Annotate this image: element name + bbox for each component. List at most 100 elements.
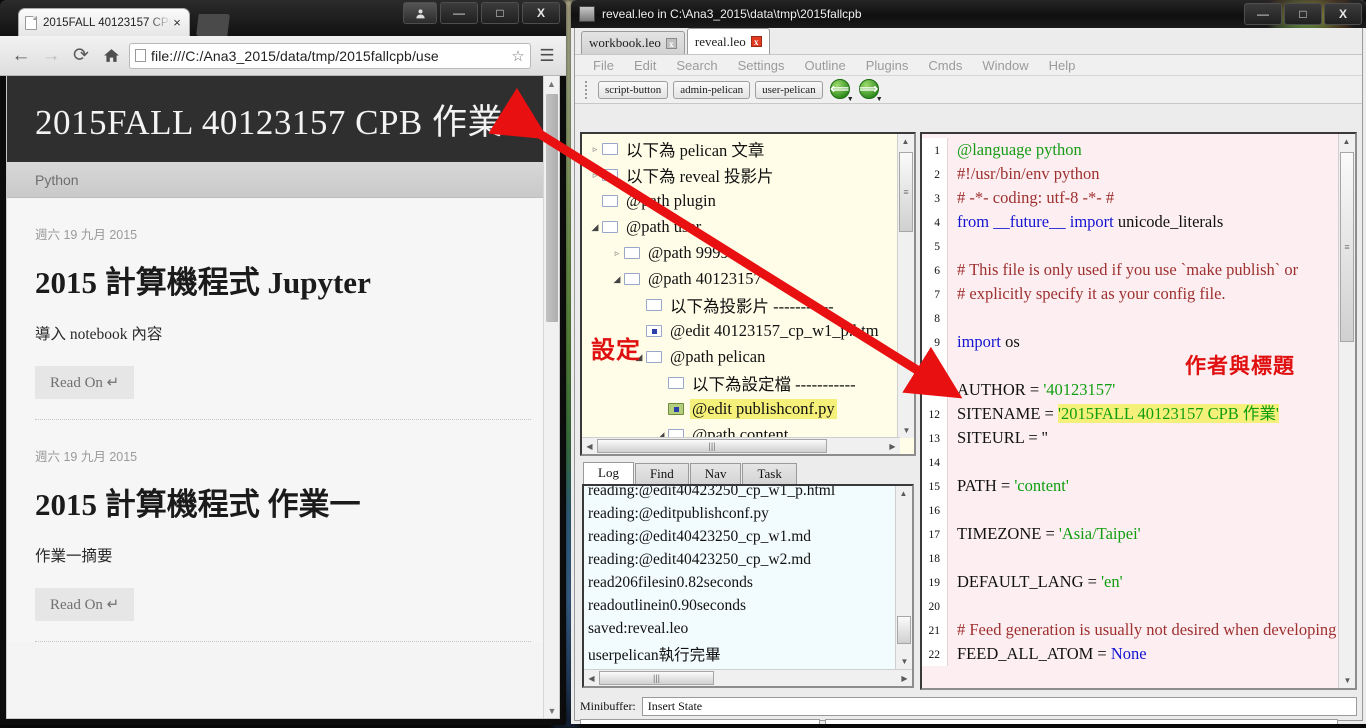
scrollbar-thumb[interactable]: ||| <box>597 439 827 453</box>
code-line[interactable]: 3 # -*- coding: utf-8 -*- # <box>922 186 1342 210</box>
scroll-down-icon[interactable]: ▼ <box>1340 673 1355 688</box>
file-tab-close-icon[interactable]: x <box>665 37 677 49</box>
forward-icon[interactable]: → <box>36 42 66 70</box>
code-line[interactable]: 14 <box>922 450 1342 474</box>
user-profile-button[interactable] <box>403 2 437 24</box>
page-scrollbar[interactable]: ▲ ▼ <box>543 76 559 718</box>
log-tab-find[interactable]: Find <box>634 463 689 484</box>
chevron-down-icon[interactable]: ▼ <box>876 96 883 103</box>
menu-settings[interactable]: Settings <box>728 58 795 73</box>
close-tab-icon[interactable]: × <box>171 15 183 30</box>
code-line[interactable]: 15 PATH = 'content' <box>922 474 1342 498</box>
node-status-icon[interactable] <box>602 143 618 155</box>
file-tab-reveal[interactable]: reveal.leo x <box>686 28 770 54</box>
expander-open-icon[interactable]: ◢ <box>632 352 646 363</box>
close-button[interactable]: X <box>522 2 560 24</box>
minimize-button[interactable]: — <box>440 2 478 24</box>
expander-open-icon[interactable]: ◢ <box>610 274 624 285</box>
code-line[interactable]: 8 <box>922 306 1342 330</box>
log-tab-task[interactable]: Task <box>742 463 797 484</box>
menu-plugins[interactable]: Plugins <box>856 58 919 73</box>
scroll-up-icon[interactable]: ▲ <box>1339 134 1354 149</box>
menu-search[interactable]: Search <box>666 58 727 73</box>
user-pelican-button[interactable]: user-pelican <box>755 80 823 99</box>
admin-pelican-button[interactable]: admin-pelican <box>673 80 751 99</box>
scroll-down-icon[interactable]: ▼ <box>897 654 912 669</box>
node-status-icon[interactable] <box>690 455 706 456</box>
scroll-left-icon[interactable]: ◀ <box>582 439 597 454</box>
code-editor-pane[interactable]: 1 @language python 2 #!/usr/bin/env python 3… <box>920 132 1357 690</box>
log-vertical-scrollbar[interactable]: ▲ ▼ <box>895 486 912 669</box>
menu-help[interactable]: Help <box>1039 58 1086 73</box>
expander-open-icon[interactable]: ◢ <box>588 222 602 233</box>
expander-closed-icon[interactable]: ▹ <box>588 144 602 155</box>
go-back-button[interactable]: ⟸ ▼ <box>829 78 854 103</box>
read-on-button[interactable]: Read On ↵ <box>35 366 135 399</box>
file-tab-workbook[interactable]: workbook.leo x <box>581 31 685 54</box>
code-line[interactable]: 18 <box>922 546 1342 570</box>
scrollbar-thumb[interactable] <box>546 94 558 322</box>
outline-node[interactable]: @edit 40123157_cp_w1_p.htm <box>582 318 900 344</box>
outline-pane[interactable]: ▹ 以下為 pelican 文章 ▹ 以下為 reveal 投影片 @path plug… <box>580 132 916 456</box>
node-status-icon[interactable] <box>646 351 662 363</box>
reload-icon[interactable]: ⟳ <box>66 42 96 70</box>
scrollbar-thumb[interactable]: ≡ <box>1340 152 1354 342</box>
code-line[interactable]: 9 import os <box>922 330 1342 354</box>
code-line[interactable]: 5 <box>922 234 1342 258</box>
node-status-icon[interactable] <box>668 377 684 389</box>
log-tab-log[interactable]: Log <box>583 462 634 484</box>
outline-node[interactable]: 以下為投影片 ----------- <box>582 292 900 318</box>
outline-vertical-scrollbar[interactable]: ▲ ≡ ▼ <box>897 134 914 438</box>
read-on-button[interactable]: Read On ↵ <box>35 588 135 621</box>
code-line[interactable]: 4 from __future__ import unicode_literals <box>922 210 1342 234</box>
node-status-icon[interactable] <box>602 221 618 233</box>
scroll-down-icon[interactable]: ▼ <box>899 423 914 438</box>
outline-node[interactable]: @edit publishconf.py <box>582 396 900 422</box>
node-status-icon[interactable] <box>602 169 618 181</box>
code-line[interactable]: 17 TIMEZONE = 'Asia/Taipei' <box>922 522 1342 546</box>
article-title[interactable]: 2015 計算機程式 作業一 <box>35 479 531 524</box>
node-status-icon[interactable] <box>646 299 662 311</box>
scroll-right-icon[interactable]: ▶ <box>897 671 912 686</box>
outline-node[interactable]: 以下為設定檔 ----------- <box>582 370 900 396</box>
scroll-up-icon[interactable]: ▲ <box>544 76 559 92</box>
code-line[interactable]: 22 FEED_ALL_ATOM = None <box>922 642 1342 666</box>
back-icon[interactable]: ← <box>6 42 36 70</box>
code-line[interactable]: 2 #!/usr/bin/env python <box>922 162 1342 186</box>
outline-node[interactable]: ▹ @path 9999 <box>582 240 900 266</box>
leo-close-button[interactable]: X <box>1324 3 1362 25</box>
outline-node[interactable]: ▹ 以下為 pelican 文章 <box>582 136 900 162</box>
file-tab-close-icon[interactable]: x <box>750 36 762 47</box>
menu-cmds[interactable]: Cmds <box>918 58 972 73</box>
node-status-icon[interactable] <box>624 273 640 285</box>
code-line[interactable]: 16 <box>922 498 1342 522</box>
leo-minimize-button[interactable]: — <box>1244 3 1282 25</box>
expander-closed-icon[interactable]: ▹ <box>588 170 602 181</box>
log-tab-nav[interactable]: Nav <box>689 463 742 484</box>
menu-edit[interactable]: Edit <box>624 58 666 73</box>
scroll-up-icon[interactable]: ▲ <box>898 134 913 149</box>
maximize-button[interactable]: □ <box>481 2 519 24</box>
code-line[interactable]: 12 SITENAME = '2015FALL 40123157 CPB 作業' <box>922 402 1342 426</box>
outline-node[interactable]: @path plugin <box>582 188 900 214</box>
log-horizontal-scrollbar[interactable]: ◀ ||| ▶ <box>584 669 912 686</box>
scroll-up-icon[interactable]: ▲ <box>896 486 911 501</box>
outline-horizontal-scrollbar[interactable]: ◀ ||| ▶ <box>582 437 900 454</box>
code-line[interactable]: 7 # explicitly specify it as your config … <box>922 282 1342 306</box>
article-title[interactable]: 2015 計算機程式 Jupyter <box>35 257 531 302</box>
menu-outline[interactable]: Outline <box>795 58 856 73</box>
menu-file[interactable]: File <box>583 58 624 73</box>
scrollbar-thumb[interactable] <box>897 616 911 644</box>
outline-node[interactable]: ▹ 以下為 reveal 投影片 <box>582 162 900 188</box>
script-button[interactable]: script-button <box>598 80 669 99</box>
code-line[interactable]: 19 DEFAULT_LANG = 'en' <box>922 570 1342 594</box>
code-line[interactable]: 6 # This file is only used if you use `ma… <box>922 258 1342 282</box>
nav-item-python[interactable]: Python <box>35 172 79 188</box>
bookmark-star-icon[interactable]: ☆ <box>509 47 527 65</box>
code-line[interactable]: 21 # Feed generation is usually not desir… <box>922 618 1342 642</box>
outline-node[interactable]: ◢ @path 40123157 <box>582 266 900 292</box>
node-status-icon[interactable] <box>646 325 662 337</box>
code-vertical-scrollbar[interactable]: ▲ ≡ ▼ <box>1338 134 1355 688</box>
menu-window[interactable]: Window <box>972 58 1038 73</box>
code-line[interactable]: 13 SITEURL = '' <box>922 426 1342 450</box>
